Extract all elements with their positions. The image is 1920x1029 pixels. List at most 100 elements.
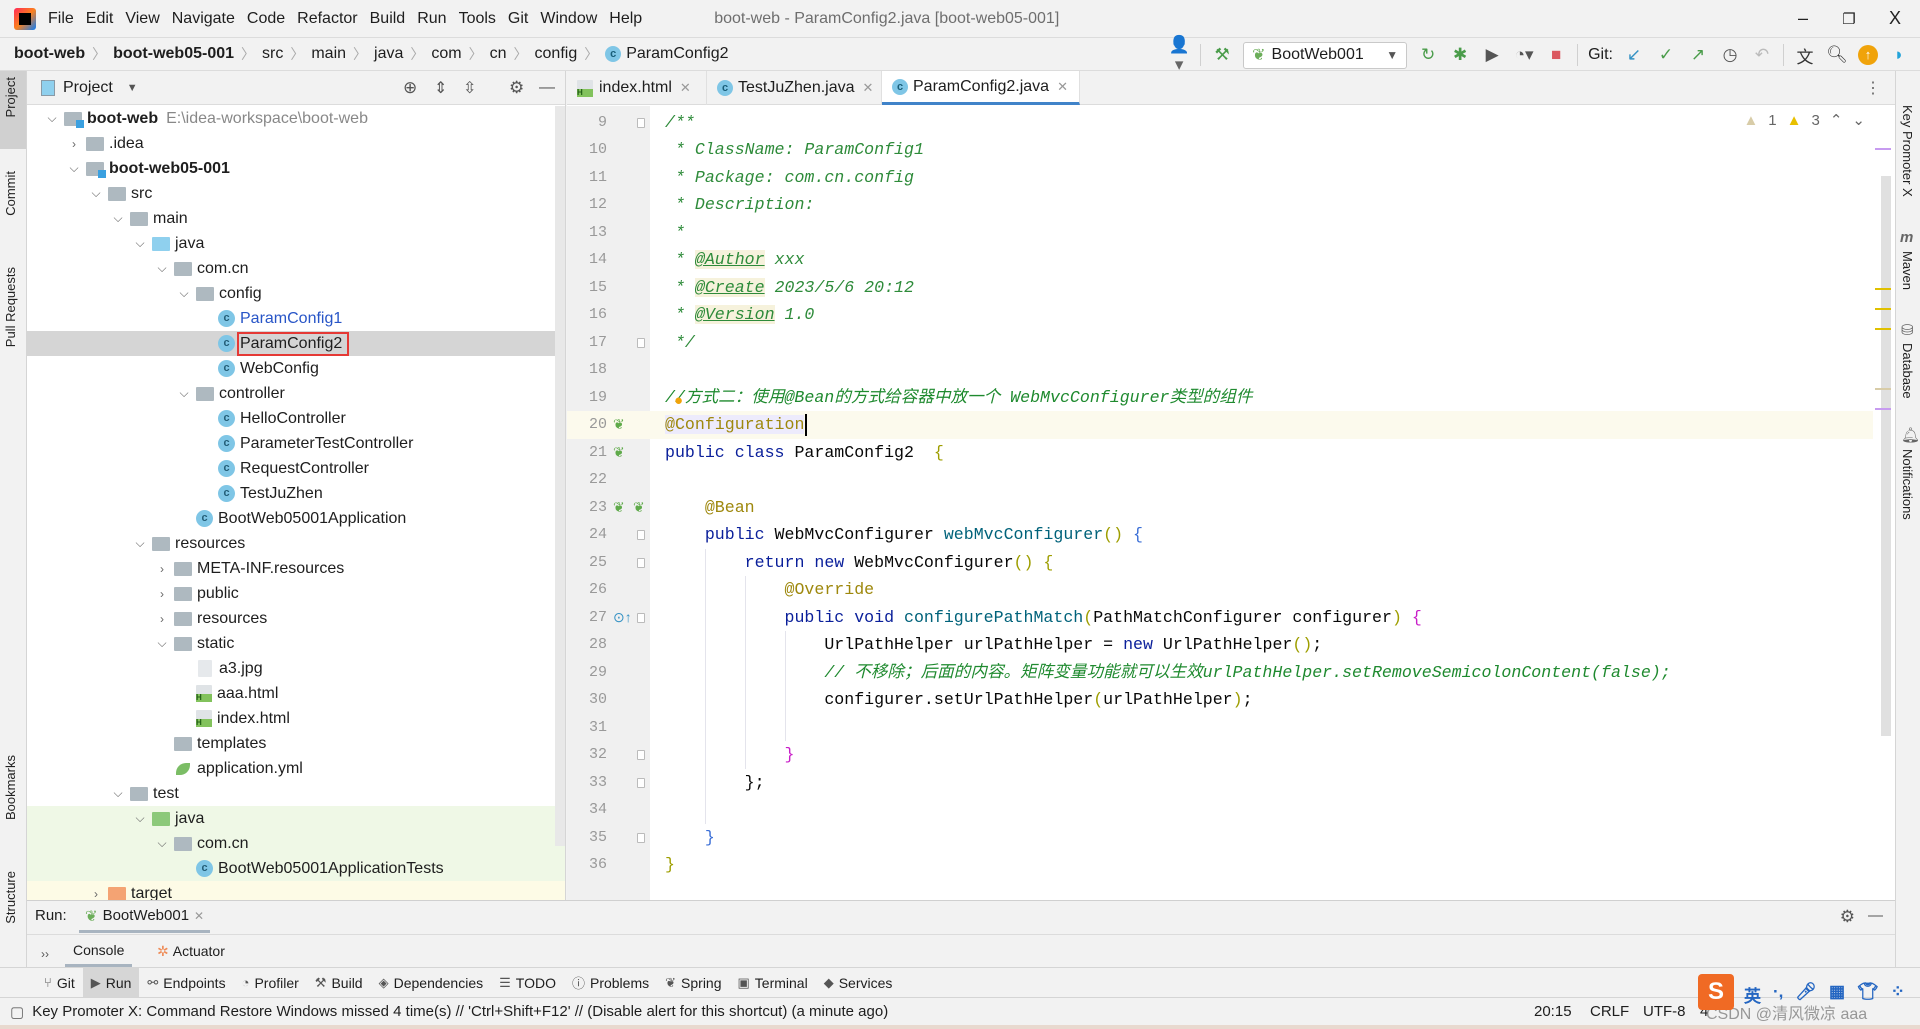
tab-index-html[interactable]: index.html ✕: [567, 71, 707, 105]
tree-item[interactable]: ⌵ main: [27, 206, 565, 231]
more-tabs-icon[interactable]: ⋮: [1865, 78, 1881, 98]
tree-item[interactable]: ⌵ test: [27, 781, 565, 806]
debug-bug-icon[interactable]: ✱: [1449, 45, 1471, 65]
tree-item[interactable]: › .idea: [27, 131, 565, 156]
marker[interactable]: [1875, 148, 1891, 150]
fold-marker-icon[interactable]: [637, 612, 645, 623]
menu-code[interactable]: Code: [247, 10, 285, 28]
code-line[interactable]: * Description:: [650, 191, 1875, 219]
close-tab-icon[interactable]: ✕: [194, 909, 204, 923]
tree-item[interactable]: c ParamConfig2: [27, 331, 565, 356]
code-line[interactable]: * ClassName: ParamConfig1: [650, 136, 1875, 164]
chevron-down-icon[interactable]: ⌵: [132, 236, 148, 251]
tree-scrollbar[interactable]: [555, 106, 565, 846]
rollback-icon[interactable]: ↶: [1751, 45, 1773, 65]
menu-build[interactable]: Build: [370, 10, 406, 28]
fold-marker-icon[interactable]: [637, 530, 645, 540]
fold-marker-icon[interactable]: [637, 117, 645, 128]
status-panel-icon[interactable]: ▢: [10, 1003, 24, 1021]
chevron-down-icon[interactable]: ⌵: [110, 211, 126, 226]
coverage-icon[interactable]: ▶: [1481, 45, 1503, 65]
marker[interactable]: [1875, 388, 1891, 390]
code-line[interactable]: return new WebMvcConfigurer() {: [650, 549, 1875, 577]
code-line[interactable]: * @Version 1.0: [650, 301, 1875, 329]
code-line[interactable]: public WebMvcConfigurer webMvcConfigurer…: [650, 521, 1875, 549]
tree-item[interactable]: › META-INF.resources: [27, 556, 565, 581]
ime-toolbox-icon[interactable]: ⁘: [1891, 982, 1905, 1007]
restore-button[interactable]: ❐: [1826, 0, 1872, 37]
tree-item[interactable]: a3.jpg: [27, 656, 565, 681]
stripe-structure[interactable]: Structure: [3, 871, 18, 924]
code-line[interactable]: }: [650, 824, 1875, 852]
tree-item[interactable]: c HelloController: [27, 406, 565, 431]
tree-item[interactable]: ⌵ controller: [27, 381, 565, 406]
ime-skin-icon[interactable]: 👕︎: [1857, 982, 1879, 1007]
tool-build[interactable]: ⚒ Build: [307, 968, 371, 998]
locate-target-icon[interactable]: ⊕: [403, 78, 417, 98]
tree-item[interactable]: ⌵ config: [27, 281, 565, 306]
menu-navigate[interactable]: Navigate: [172, 10, 235, 28]
breadcrumb-item[interactable]: com 〉: [431, 44, 489, 64]
tab-paramconfig2-java[interactable]: c ParamConfig2.java ✕: [882, 71, 1080, 105]
tree-item[interactable]: c ParameterTestController: [27, 431, 565, 456]
ime-keyboard-icon[interactable]: ▦: [1829, 982, 1845, 1007]
collapse-all-icon[interactable]: ⇳: [463, 78, 476, 98]
bean-navigate-icon[interactable]: ❦: [613, 494, 625, 522]
code-line[interactable]: [650, 714, 1875, 742]
tree-item[interactable]: › public: [27, 581, 565, 606]
tree-item[interactable]: ⌵ com.cn: [27, 256, 565, 281]
tree-item[interactable]: ⌵ static: [27, 631, 565, 656]
line-separator[interactable]: CRLF: [1590, 1003, 1629, 1020]
code-line[interactable]: [650, 796, 1875, 824]
menu-git[interactable]: Git: [508, 10, 528, 28]
code-line[interactable]: * @Create 2023/5/6 20:12: [650, 274, 1875, 302]
chevron-right-icon[interactable]: ›: [154, 562, 170, 576]
file-encoding[interactable]: UTF-8: [1643, 1003, 1686, 1020]
editor-scrollbar[interactable]: [1881, 176, 1891, 736]
tree-item[interactable]: ⌵ com.cn: [27, 831, 565, 856]
menu-refactor[interactable]: Refactor: [297, 10, 357, 28]
marker[interactable]: [1875, 328, 1891, 330]
sogou-ime-icon[interactable]: S: [1698, 974, 1734, 1010]
next-highlight-icon[interactable]: ⌄: [1852, 111, 1865, 129]
close-tab-icon[interactable]: ✕: [863, 80, 874, 96]
close-tab-icon[interactable]: ✕: [1057, 79, 1068, 95]
breadcrumb-item[interactable]: main 〉: [311, 44, 374, 64]
menu-run[interactable]: Run: [417, 10, 446, 28]
breadcrumb-item[interactable]: c ParamConfig2: [605, 45, 729, 63]
editor-error-stripe[interactable]: [1873, 106, 1895, 900]
code-line[interactable]: }: [650, 741, 1875, 769]
chevron-down-icon[interactable]: ⌵: [132, 536, 148, 551]
code-line[interactable]: //方式二：使用@Bean的方式给容器中放一个 WebMvcConfigurer…: [650, 384, 1875, 412]
tab-actuator[interactable]: ✲ Actuator: [157, 935, 225, 967]
stripe-pull-requests[interactable]: Pull Requests: [3, 267, 18, 347]
chevron-right-icon[interactable]: ›: [154, 587, 170, 601]
chevron-down-icon[interactable]: ⌵: [154, 261, 170, 276]
code-line[interactable]: /**: [650, 109, 1875, 137]
breadcrumb-item[interactable]: config 〉: [535, 44, 606, 64]
code-line[interactable]: *: [650, 219, 1875, 247]
tree-item[interactable]: c WebConfig: [27, 356, 565, 381]
tool-problems[interactable]: ⓘ Problems: [564, 968, 657, 998]
menu-window[interactable]: Window: [540, 10, 597, 28]
run-tab-bootweb001[interactable]: ❦ BootWeb001 ✕: [79, 901, 211, 933]
fold-marker-icon[interactable]: [637, 832, 645, 843]
inspection-widget[interactable]: ▲ 1 ▲ 3 ⌃ ⌄: [1743, 111, 1865, 130]
gear-icon[interactable]: ⚙: [509, 78, 524, 98]
git-update-icon[interactable]: ↙: [1623, 45, 1645, 65]
marker[interactable]: [1875, 288, 1891, 290]
bean-icon[interactable]: ❦: [633, 494, 645, 522]
build-hammer-icon[interactable]: ⚒: [1211, 45, 1233, 65]
tree-item[interactable]: c TestJuZhen: [27, 481, 565, 506]
tree-item[interactable]: ⌵ java: [27, 806, 565, 831]
caret-position[interactable]: 20:15: [1534, 1003, 1572, 1020]
project-panel-title[interactable]: Project: [63, 79, 113, 97]
breadcrumb-item[interactable]: boot-web 〉: [14, 44, 113, 64]
stripe-project[interactable]: Project: [3, 77, 18, 117]
chevron-down-icon[interactable]: ⌵: [154, 636, 170, 651]
tree-item[interactable]: templates: [27, 731, 565, 756]
menu-help[interactable]: Help: [609, 10, 642, 28]
code-line[interactable]: }: [650, 851, 1875, 879]
menu-tools[interactable]: Tools: [459, 10, 496, 28]
git-commit-icon[interactable]: ✓: [1655, 45, 1677, 65]
